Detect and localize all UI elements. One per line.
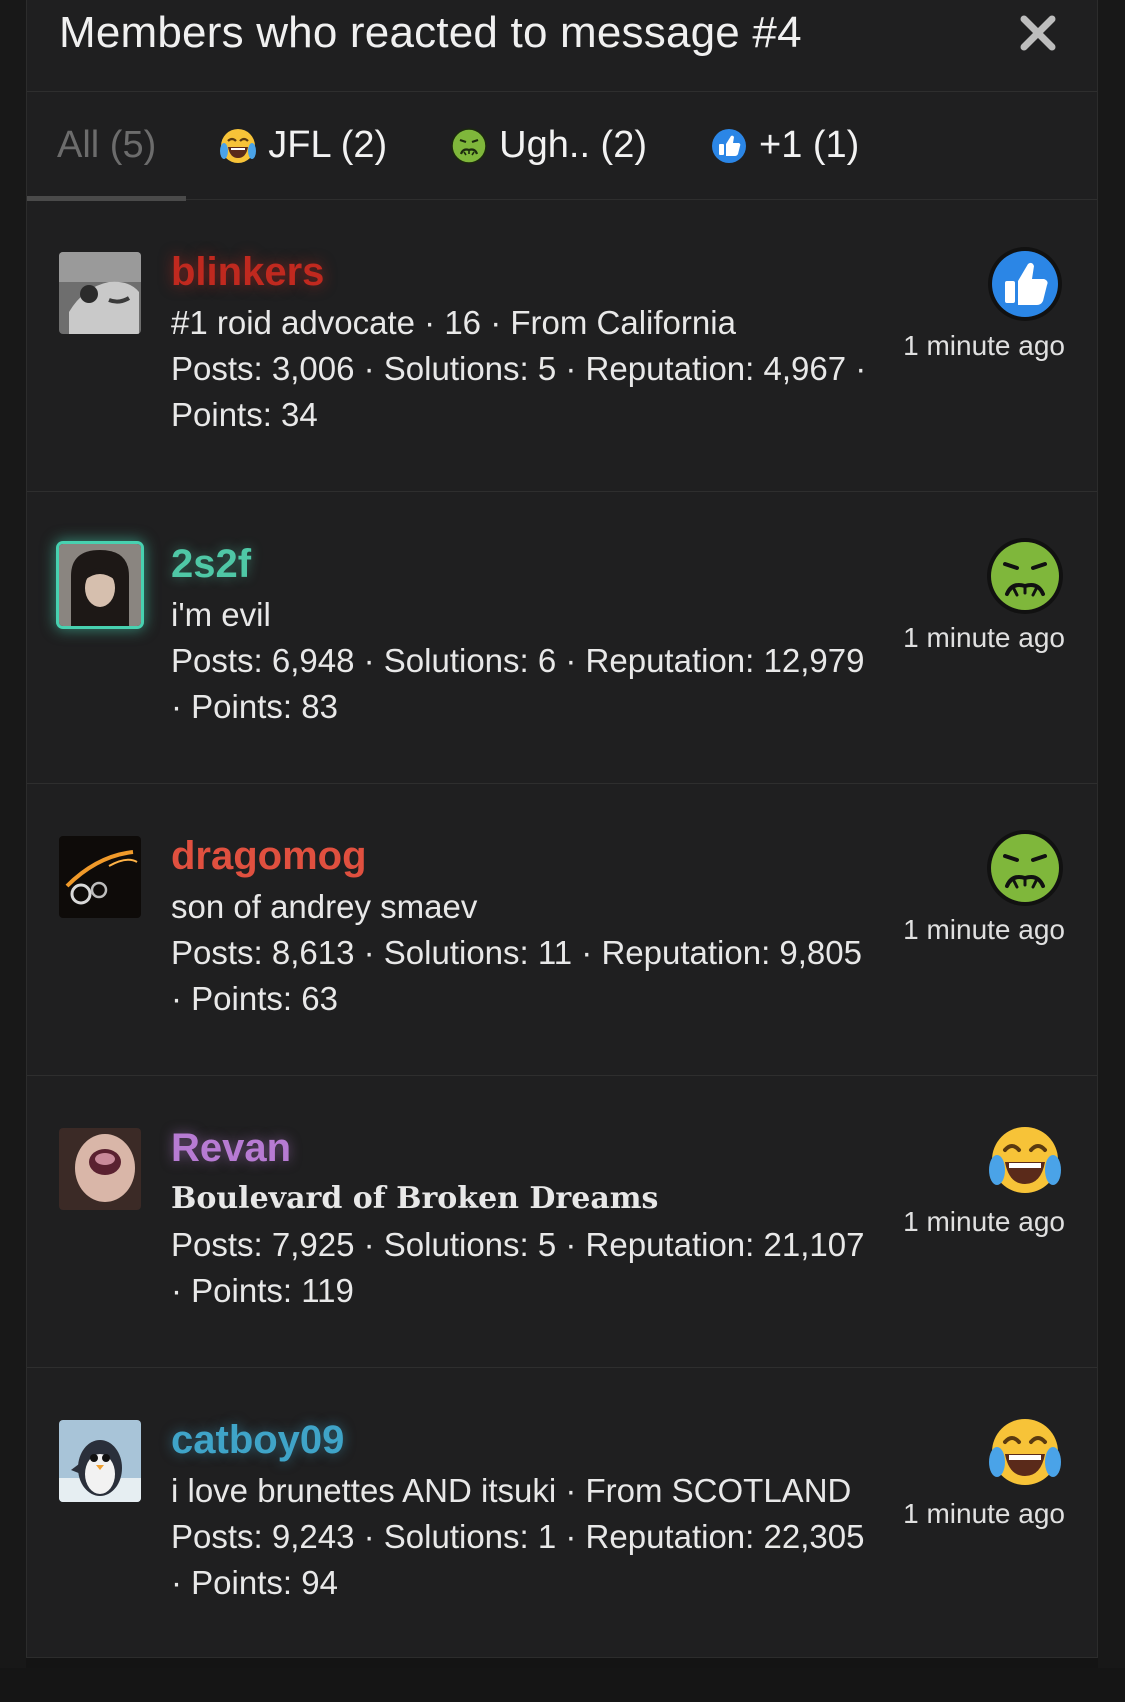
member-info: dragomog son of andrey smaev Posts: 8,61…	[171, 828, 881, 1022]
joy-emoji-icon	[985, 1120, 1065, 1200]
member-info: blinkers #1 roid advocate · 16 · From Ca…	[171, 244, 881, 438]
reaction-tabs: All (5) JFL (2) Ugh.. (2) +1 (1)	[26, 92, 1097, 201]
reaction-time: 1 minute ago	[903, 1206, 1065, 1237]
user-stats: Posts: 8,613 · Solutions: 11 · Reputatio…	[171, 934, 862, 1017]
user-stats: Posts: 7,925 · Solutions: 5 · Reputation…	[171, 1226, 865, 1309]
member-info: 2s2f i'm evil Posts: 6,948 · Solutions: …	[171, 536, 881, 730]
avatar[interactable]	[59, 252, 141, 334]
member-row: dragomog son of andrey smaev Posts: 8,61…	[27, 784, 1097, 1076]
joy-emoji-icon	[218, 126, 258, 166]
tab-jfl[interactable]: JFL (2)	[218, 92, 387, 200]
username[interactable]: catboy09	[171, 1412, 881, 1468]
user-title: i'm evil	[171, 596, 271, 633]
page-footer-strip	[0, 1668, 1125, 1702]
avatar[interactable]	[59, 544, 141, 626]
username[interactable]: Revan	[171, 1120, 881, 1176]
tab-plus-one[interactable]: +1 (1)	[709, 92, 859, 200]
avatar[interactable]	[59, 836, 141, 918]
member-row: catboy09 i love brunettes AND itsuki · F…	[27, 1368, 1097, 1660]
avatar[interactable]	[59, 1420, 141, 1502]
tab-label: JFL (2)	[268, 124, 388, 166]
reaction-time: 1 minute ago	[903, 330, 1065, 361]
joy-emoji-icon	[985, 1412, 1065, 1492]
username[interactable]: blinkers	[171, 244, 881, 300]
user-stats: Posts: 6,948 · Solutions: 6 · Reputation…	[171, 642, 865, 725]
reaction-time: 1 minute ago	[903, 622, 1065, 653]
user-title: son of andrey smaev	[171, 888, 478, 925]
member-row: blinkers #1 roid advocate · 16 · From Ca…	[27, 200, 1097, 492]
tab-label: Ugh.. (2)	[499, 124, 647, 166]
page-backdrop	[0, 0, 26, 1702]
modal-title: Members who reacted to message #4	[59, 8, 802, 57]
user-title: Boulevard of Broken Dreams	[171, 1181, 659, 1216]
close-icon	[1020, 15, 1056, 51]
reaction-time: 1 minute ago	[903, 914, 1065, 945]
close-button[interactable]	[1015, 10, 1061, 56]
username[interactable]: 2s2f	[171, 536, 881, 592]
modal-header: Members who reacted to message #4	[27, 0, 1097, 92]
member-row: Revan Boulevard of Broken Dreams Posts: …	[27, 1076, 1097, 1368]
member-info: Revan Boulevard of Broken Dreams Posts: …	[171, 1120, 881, 1314]
user-title: #1 roid advocate · 16 · From California	[171, 304, 736, 341]
nauseated-emoji-icon	[985, 536, 1065, 616]
reaction-time: 1 minute ago	[903, 1498, 1065, 1529]
tab-all[interactable]: All (5)	[26, 92, 187, 201]
reactions-modal: Members who reacted to message #4 All (5…	[26, 0, 1098, 1658]
tab-ugh[interactable]: Ugh.. (2)	[449, 92, 647, 200]
username[interactable]: dragomog	[171, 828, 881, 884]
nauseated-emoji-icon	[985, 828, 1065, 908]
member-info: catboy09 i love brunettes AND itsuki · F…	[171, 1412, 881, 1606]
tab-label: +1 (1)	[759, 124, 860, 166]
tab-label: All (5)	[57, 124, 157, 166]
page-backdrop	[1098, 0, 1125, 1702]
user-title: i love brunettes AND itsuki · From SCOTL…	[171, 1472, 852, 1509]
nauseated-emoji-icon	[449, 126, 489, 166]
user-stats: Posts: 9,243 · Solutions: 1 · Reputation…	[171, 1518, 865, 1601]
thumbs-up-icon	[709, 126, 749, 166]
thumbs-up-icon	[985, 244, 1065, 324]
user-stats: Posts: 3,006 · Solutions: 5 · Reputation…	[171, 350, 867, 433]
avatar[interactable]	[59, 1128, 141, 1210]
member-row: 2s2f i'm evil Posts: 6,948 · Solutions: …	[27, 492, 1097, 784]
